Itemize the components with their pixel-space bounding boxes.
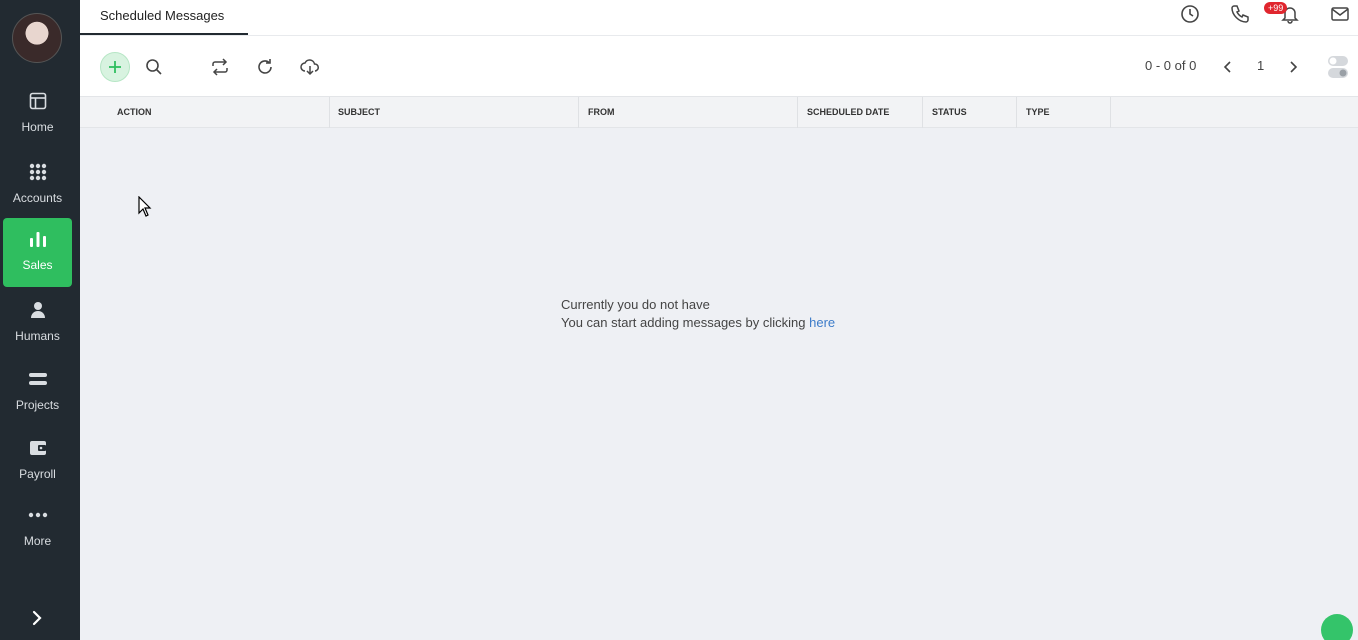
wallet-icon: [28, 437, 48, 459]
add-message-link[interactable]: here: [809, 315, 835, 330]
sidebar-item-accounts[interactable]: Accounts: [3, 151, 72, 220]
sidebar-item-label: Accounts: [12, 191, 63, 205]
sidebar-item-label: Projects: [15, 398, 60, 412]
sidebar-item-label: More: [23, 534, 52, 548]
user-avatar[interactable]: [12, 13, 62, 63]
more-icon: [28, 504, 48, 526]
next-page-button[interactable]: [1278, 52, 1308, 82]
projects-icon: [28, 368, 48, 390]
sync-button[interactable]: [205, 52, 235, 82]
refresh-button[interactable]: [250, 52, 280, 82]
sidebar-item-home[interactable]: Home: [3, 80, 72, 149]
column-header-scheduled-date[interactable]: SCHEDULED DATE: [798, 97, 923, 128]
sidebar-item-projects[interactable]: Projects: [3, 358, 72, 427]
top-bar: Scheduled Messages +99: [80, 0, 1358, 36]
search-icon: [146, 59, 162, 75]
sidebar-item-label: Payroll: [19, 467, 56, 481]
empty-state-line1: Currently you do not have: [561, 297, 710, 312]
add-button[interactable]: [100, 52, 130, 82]
sidebar-item-label: Sales: [22, 258, 53, 272]
sidebar-item-sales[interactable]: Sales: [3, 218, 72, 287]
column-header-subject[interactable]: SUBJECT: [330, 97, 579, 128]
prev-page-button[interactable]: [1213, 52, 1243, 82]
sidebar-item-label: Home: [21, 120, 54, 134]
repeat-icon: [212, 58, 228, 76]
tab-scheduled-messages[interactable]: Scheduled Messages: [80, 0, 248, 35]
column-header-from[interactable]: FROM: [579, 97, 798, 128]
toolbar: 0 - 0 of 0 1: [80, 36, 1358, 96]
mail-icon[interactable]: [1330, 4, 1350, 29]
column-header-status[interactable]: STATUS: [923, 97, 1017, 128]
empty-state: Currently you do not have You can start …: [561, 296, 835, 332]
plus-icon: [109, 61, 121, 73]
sidebar-item-payroll[interactable]: Payroll: [3, 427, 72, 496]
search-button[interactable]: [139, 52, 169, 82]
sidebar: Home Accounts Sales Humans Projects Payr…: [0, 0, 80, 640]
chat-widget-icon[interactable]: [1321, 614, 1353, 640]
refresh-icon: [258, 59, 272, 74]
expand-sidebar-chevron-icon[interactable]: [28, 608, 46, 633]
pager-range: 0 - 0 of 0: [1145, 58, 1197, 73]
grid-icon: [29, 161, 47, 183]
empty-state-prefix: You can start adding messages by clickin…: [561, 315, 806, 330]
download-button[interactable]: [295, 52, 325, 82]
chevron-left-icon: [1223, 61, 1231, 73]
empty-state-line2: You can start adding messages by clickin…: [561, 314, 835, 332]
home-icon: [29, 90, 47, 112]
sidebar-item-more[interactable]: More: [3, 494, 72, 563]
mouse-cursor-icon: [138, 195, 152, 223]
column-header-action[interactable]: ACTION: [80, 97, 330, 128]
notification-badge: +99: [1264, 2, 1288, 14]
cloud-download-icon: [300, 59, 319, 76]
table-header: ACTION SUBJECT FROM SCHEDULED DATE STATU…: [80, 96, 1358, 128]
sidebar-item-humans[interactable]: Humans: [3, 289, 72, 358]
phone-icon[interactable]: [1230, 4, 1250, 29]
person-icon: [29, 299, 47, 321]
clock-icon[interactable]: [1180, 4, 1200, 29]
sidebar-item-label: Humans: [15, 329, 60, 343]
view-toggle-button[interactable]: [1323, 52, 1353, 82]
chevron-right-icon: [1290, 61, 1298, 73]
toggle-icon: [1328, 56, 1348, 78]
page-number: 1: [1257, 58, 1265, 73]
column-header-type[interactable]: TYPE: [1017, 97, 1111, 128]
bar-chart-icon: [28, 228, 48, 250]
